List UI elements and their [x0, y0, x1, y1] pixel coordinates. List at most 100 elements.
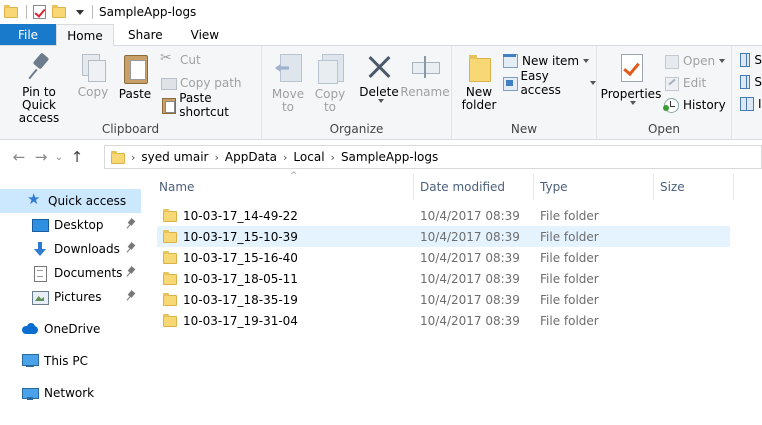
clipboard-group: Pin to Quick access Copy Paste Cut Copy … [0, 46, 262, 140]
column-header-size[interactable]: Size [654, 174, 734, 200]
breadcrumb-sampleapp-logs[interactable]: SampleApp-logs [341, 150, 438, 164]
delete-x-icon [365, 52, 393, 82]
paste-shortcut-button[interactable]: Paste shortcut [160, 91, 261, 119]
chevron-right-icon[interactable]: › [131, 151, 135, 164]
sidebar-item-downloads[interactable]: Downloads [0, 237, 141, 261]
properties-icon [617, 52, 645, 84]
copy-path-icon [160, 75, 177, 91]
folder-icon [163, 314, 177, 327]
breadcrumb-local[interactable]: Local [293, 150, 324, 164]
select-all-button[interactable]: S [740, 50, 762, 70]
column-header-type[interactable]: Type [534, 174, 654, 200]
new-folder-button[interactable]: New folder [460, 52, 498, 112]
folder-icon [163, 251, 177, 264]
copy-icon [80, 52, 106, 82]
breadcrumb-syed-umair[interactable]: syed umair [141, 150, 208, 164]
list-item[interactable]: 10-03-17_15-10-39 10/4/2017 08:39 File f… [157, 226, 730, 247]
sidebar-item-quick-access[interactable]: Quick access [0, 189, 141, 213]
chevron-down-icon [590, 81, 596, 85]
copy-button[interactable]: Copy [76, 52, 110, 99]
properties-quick-icon[interactable] [33, 5, 46, 19]
up-arrow-icon[interactable]: ↑ [66, 146, 88, 168]
group-label: New [510, 122, 538, 136]
paste-shortcut-icon [160, 97, 177, 114]
sidebar-item-desktop[interactable]: Desktop [0, 213, 141, 237]
sidebar-item-pictures[interactable]: Pictures [0, 285, 141, 309]
folder-icon [163, 230, 177, 243]
history-button[interactable]: History [663, 95, 726, 115]
title-bar: SampleApp-logs [0, 0, 762, 24]
invert-selection-button[interactable]: I [740, 94, 762, 114]
folder-icon [163, 293, 177, 306]
sidebar-item-network[interactable]: Network [0, 381, 141, 405]
pin-icon [127, 291, 135, 302]
move-to-icon [274, 52, 302, 84]
documents-icon [32, 265, 48, 282]
list-item[interactable]: 10-03-17_19-31-04 10/4/2017 08:39 File f… [157, 310, 730, 331]
column-header-date-modified[interactable]: Date modified [414, 174, 534, 200]
group-label: Organize [329, 122, 384, 136]
chevron-right-icon[interactable]: › [331, 151, 335, 164]
delete-button[interactable]: Delete [359, 52, 399, 103]
pictures-icon [32, 289, 49, 305]
ribbon: Pin to Quick access Copy Paste Cut Copy … [0, 46, 762, 140]
list-item[interactable]: 10-03-17_14-49-22 10/4/2017 08:39 File f… [157, 205, 730, 226]
move-to-button[interactable]: Move to [270, 52, 306, 114]
cloud-icon [22, 321, 38, 337]
network-icon [22, 385, 39, 401]
properties-button[interactable]: Properties [601, 52, 661, 105]
copy-path-button[interactable]: Copy path [160, 73, 242, 93]
tab-home[interactable]: Home [56, 24, 114, 46]
breadcrumb-appdata[interactable]: AppData [225, 150, 277, 164]
forward-arrow-icon[interactable]: → [30, 146, 52, 168]
open-button[interactable]: Open [663, 51, 726, 71]
organize-group: Move to Copy to Delete Rename Organize [262, 46, 452, 140]
address-bar[interactable]: › syed umair › AppData › Local › SampleA… [104, 145, 762, 169]
edit-button[interactable]: Edit [663, 73, 706, 93]
customize-quick-access-icon[interactable] [76, 9, 84, 15]
chevron-down-icon [583, 59, 590, 63]
chevron-down-icon [630, 101, 636, 105]
copy-to-icon [316, 52, 344, 84]
list-item[interactable]: 10-03-17_18-05-11 10/4/2017 08:39 File f… [157, 268, 730, 289]
easy-access-button[interactable]: Easy access [502, 69, 596, 97]
sort-ascending-icon: ^ [290, 171, 298, 181]
new-item-button[interactable]: New item [502, 51, 590, 71]
copy-to-button[interactable]: Copy to [312, 52, 348, 114]
column-header-name[interactable]: Name ^ [153, 171, 414, 200]
rename-button[interactable]: Rename [400, 52, 450, 99]
invert-selection-icon [740, 97, 754, 111]
tab-share[interactable]: Share [114, 24, 177, 45]
folder-icon [163, 209, 177, 222]
group-label: Clipboard [101, 122, 160, 136]
pin-icon [127, 267, 135, 278]
folder-icon [163, 272, 177, 285]
history-icon [663, 97, 679, 113]
pin-icon [127, 219, 135, 230]
pin-to-quick-access-button[interactable]: Pin to Quick access [6, 52, 72, 125]
sidebar-item-documents[interactable]: Documents [0, 261, 141, 285]
edit-icon [663, 75, 679, 91]
list-item[interactable]: 10-03-17_18-35-19 10/4/2017 08:39 File f… [157, 289, 730, 310]
list-item[interactable]: 10-03-17_15-16-40 10/4/2017 08:39 File f… [157, 247, 730, 268]
chevron-right-icon[interactable]: › [283, 151, 287, 164]
ribbon-tabs: File Home Share View [0, 24, 762, 46]
separator [26, 5, 27, 19]
paste-button[interactable]: Paste [116, 52, 154, 101]
new-folder-quick-icon[interactable] [52, 4, 68, 20]
back-arrow-icon[interactable]: ← [8, 146, 30, 168]
sidebar-item-onedrive[interactable]: OneDrive [0, 317, 141, 341]
recent-locations-chevron-icon[interactable]: ⌄ [52, 146, 66, 168]
chevron-right-icon[interactable]: › [215, 151, 219, 164]
separator [92, 5, 93, 19]
tab-file[interactable]: File [0, 24, 56, 45]
folder-icon[interactable] [4, 4, 20, 20]
navigation-pane: Quick access Desktop Downloads Documents… [0, 174, 141, 425]
tab-view[interactable]: View [177, 24, 233, 45]
select-none-button[interactable]: S [740, 72, 762, 92]
chevron-down-icon [378, 99, 384, 103]
sidebar-item-this-pc[interactable]: This PC [0, 349, 141, 373]
cut-button[interactable]: Cut [160, 50, 201, 70]
folder-icon [111, 150, 125, 164]
new-group: New folder New item Easy access New [452, 46, 597, 140]
